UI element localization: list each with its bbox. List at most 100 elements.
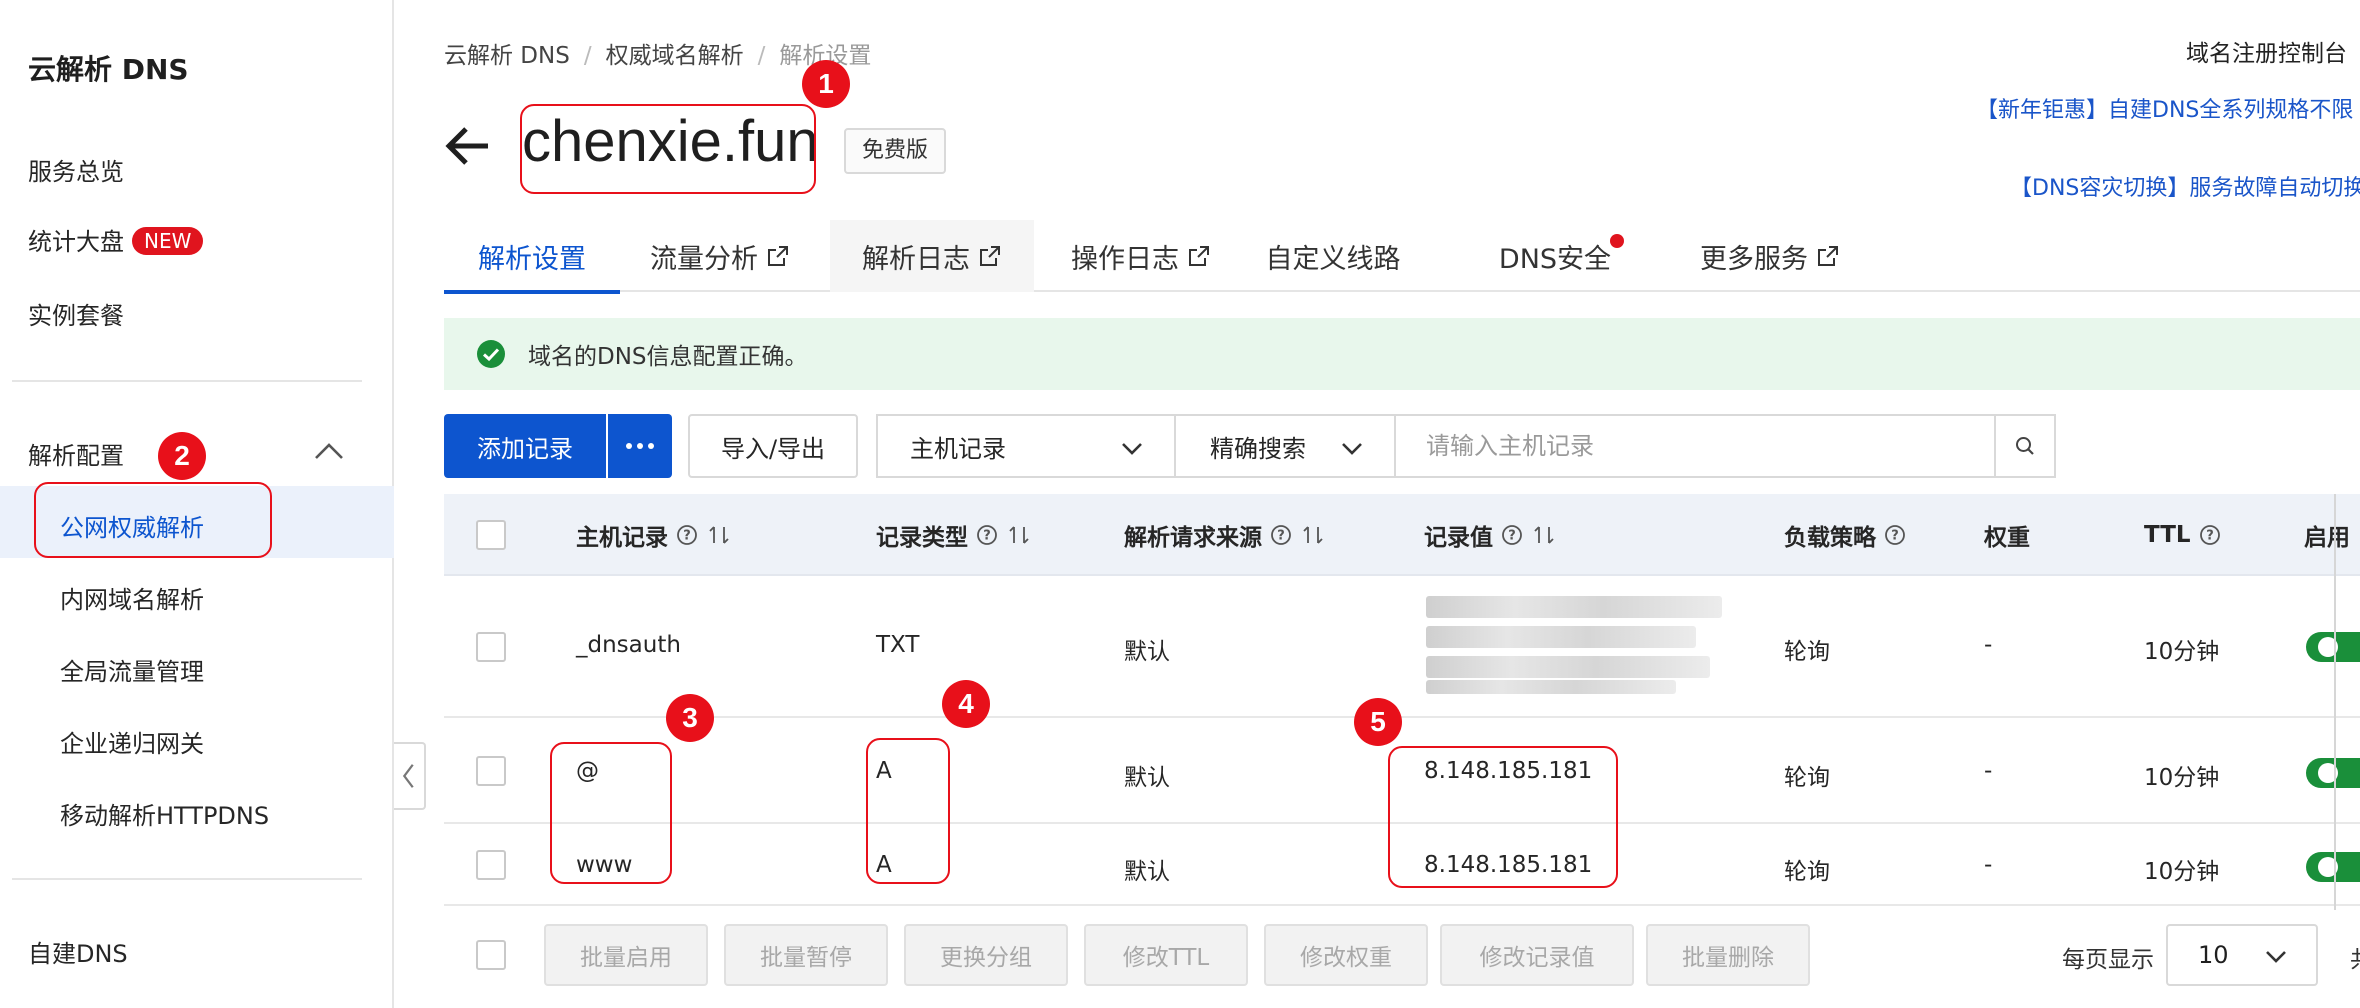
row-checkbox[interactable] xyxy=(476,756,506,786)
sidebar-item-self-built-dns[interactable]: 自建DNS xyxy=(28,934,128,969)
annotation-marker: 3 xyxy=(666,694,714,742)
promo-link[interactable]: 【新年钜惠】自建DNS全系列规格不限 xyxy=(1976,92,2353,124)
sort-icon[interactable] xyxy=(706,524,732,546)
annotation-box-type xyxy=(866,738,950,884)
page-size-select[interactable]: 10 xyxy=(2166,924,2318,986)
total-count-label: 共 xyxy=(2350,940,2360,974)
request-source: 默认 xyxy=(1124,639,1170,665)
check-circle-icon xyxy=(477,340,505,368)
modify-ttl-button[interactable]: 修改TTL xyxy=(1084,924,1248,986)
redacted-record-value xyxy=(1426,596,1722,696)
tab-label: 流量分析 xyxy=(650,243,758,275)
search-icon xyxy=(2016,437,2034,455)
alert-text: 域名的DNS信息配置正确。 xyxy=(528,344,808,370)
product-title: 云解析 DNS xyxy=(28,53,189,86)
add-record-button[interactable]: 添加记录 xyxy=(444,414,606,478)
annotation-marker: 5 xyxy=(1354,698,1402,746)
external-link-icon xyxy=(980,246,1000,266)
sidebar-divider xyxy=(12,380,362,382)
help-circle-icon[interactable]: ? xyxy=(1270,524,1292,546)
import-export-button[interactable]: 导入/导出 xyxy=(688,414,858,478)
annotation-marker: 1 xyxy=(802,60,850,108)
batch-delete-button[interactable]: 批量删除 xyxy=(1646,924,1810,986)
column-label: 解析请求来源 xyxy=(1124,525,1262,551)
column-label: 记录值 xyxy=(1424,525,1493,551)
column-label: 负载策略 xyxy=(1784,525,1876,551)
table-row: _dnsauth TXT 默认 轮询 - 10分钟 xyxy=(444,576,2360,718)
annotation-box-value xyxy=(1388,746,1618,888)
sidebar-item-recursive-gateway[interactable]: 企业递归网关 xyxy=(60,724,204,759)
sidebar-item-httpdns[interactable]: 移动解析HTTPDNS xyxy=(60,796,269,831)
search-field-select[interactable]: 主机记录 xyxy=(876,414,1176,478)
sidebar-item-label: 统计大盘 xyxy=(28,228,124,256)
svg-text:?: ? xyxy=(1508,529,1516,544)
enable-toggle[interactable] xyxy=(2306,852,2360,882)
tab-label: DNS安全 xyxy=(1498,243,1612,275)
sidebar-item-gtm[interactable]: 全局流量管理 xyxy=(60,652,204,687)
external-link-icon xyxy=(1818,246,1838,266)
sidebar-collapse-handle[interactable] xyxy=(394,742,426,810)
select-all-checkbox[interactable] xyxy=(476,520,506,550)
host-record: _dnsauth xyxy=(576,632,681,658)
select-all-checkbox-bottom[interactable] xyxy=(476,940,506,970)
enable-toggle[interactable] xyxy=(2306,758,2360,788)
sidebar-item-private-zone[interactable]: 内网域名解析 xyxy=(60,580,204,615)
help-circle-icon[interactable]: ? xyxy=(1501,524,1523,546)
search-input[interactable] xyxy=(1394,414,1996,478)
svg-text:?: ? xyxy=(2206,529,2214,544)
sidebar-item-instances[interactable]: 实例套餐 xyxy=(28,296,124,331)
sidebar-section-resolution-config[interactable]: 解析配置 xyxy=(28,436,124,471)
annotation-marker: 4 xyxy=(942,680,990,728)
breadcrumb-item[interactable]: 权威域名解析 xyxy=(606,43,744,69)
select-value: 10 xyxy=(2198,941,2229,969)
tab-custom-lines[interactable]: 自定义线路 xyxy=(1250,220,1416,292)
enable-toggle[interactable] xyxy=(2306,632,2360,662)
ttl: 10分钟 xyxy=(2144,859,2220,885)
tab-resolution-logs[interactable]: 解析日志 xyxy=(830,220,1034,292)
svg-text:?: ? xyxy=(683,529,691,544)
tab-traffic-analysis[interactable]: 流量分析 xyxy=(620,220,820,292)
sort-icon[interactable] xyxy=(1300,524,1326,546)
page-size-label: 每页显示 xyxy=(2062,947,2154,973)
domain-console-link[interactable]: 域名注册控制台 xyxy=(2186,34,2347,68)
column-weight: 权重 xyxy=(1984,525,2030,551)
select-value: 主机记录 xyxy=(910,434,1006,463)
more-actions-button[interactable] xyxy=(608,414,672,478)
back-arrow-icon[interactable] xyxy=(442,120,494,172)
help-circle-icon[interactable]: ? xyxy=(676,524,698,546)
row-checkbox[interactable] xyxy=(476,632,506,662)
load-strategy: 轮询 xyxy=(1784,639,1830,665)
batch-pause-button[interactable]: 批量暂停 xyxy=(724,924,888,986)
search-button[interactable] xyxy=(1994,414,2056,478)
change-group-button[interactable]: 更换分组 xyxy=(904,924,1068,986)
svg-text:?: ? xyxy=(1891,529,1899,544)
chevron-up-icon[interactable] xyxy=(312,434,346,468)
help-circle-icon[interactable]: ? xyxy=(976,524,998,546)
help-circle-icon[interactable]: ? xyxy=(2199,524,2221,546)
tab-operation-logs[interactable]: 操作日志 xyxy=(1044,220,1238,292)
table-scrollbar[interactable] xyxy=(2334,494,2336,910)
annotation-box-domain xyxy=(520,104,816,194)
request-source: 默认 xyxy=(1124,859,1170,885)
tab-dns-security[interactable]: DNS安全 xyxy=(1484,220,1626,292)
breadcrumb-item[interactable]: 云解析 DNS xyxy=(444,43,570,69)
column-value: 记录值 ? xyxy=(1424,494,1557,576)
sidebar-item-overview[interactable]: 服务总览 xyxy=(28,152,124,187)
modify-value-button[interactable]: 修改记录值 xyxy=(1440,924,1634,986)
load-strategy: 轮询 xyxy=(1784,859,1830,885)
chevron-left-icon xyxy=(402,764,414,788)
help-circle-icon[interactable]: ? xyxy=(1884,524,1906,546)
modify-weight-button[interactable]: 修改权重 xyxy=(1264,924,1428,986)
annotation-box-host xyxy=(550,742,672,884)
tab-more-services[interactable]: 更多服务 xyxy=(1672,220,1868,292)
search-mode-select[interactable]: 精确搜索 xyxy=(1174,414,1396,478)
sort-icon[interactable] xyxy=(1531,524,1557,546)
promo-link[interactable]: 【DNS容灾切换】服务故障自动切换 xyxy=(2010,170,2360,202)
new-badge: NEW xyxy=(132,227,204,255)
row-checkbox[interactable] xyxy=(476,850,506,880)
sort-icon[interactable] xyxy=(1006,524,1032,546)
batch-enable-button[interactable]: 批量启用 xyxy=(544,924,708,986)
table-header: 主机记录 ? 记录类型 ? 解析请求来源 ? 记录值 ? 负载策略 ? 权重 T… xyxy=(444,494,2360,576)
tab-resolution-settings[interactable]: 解析设置 xyxy=(444,220,620,294)
sidebar-item-dashboard[interactable]: 统计大盘 NEW xyxy=(28,222,204,257)
